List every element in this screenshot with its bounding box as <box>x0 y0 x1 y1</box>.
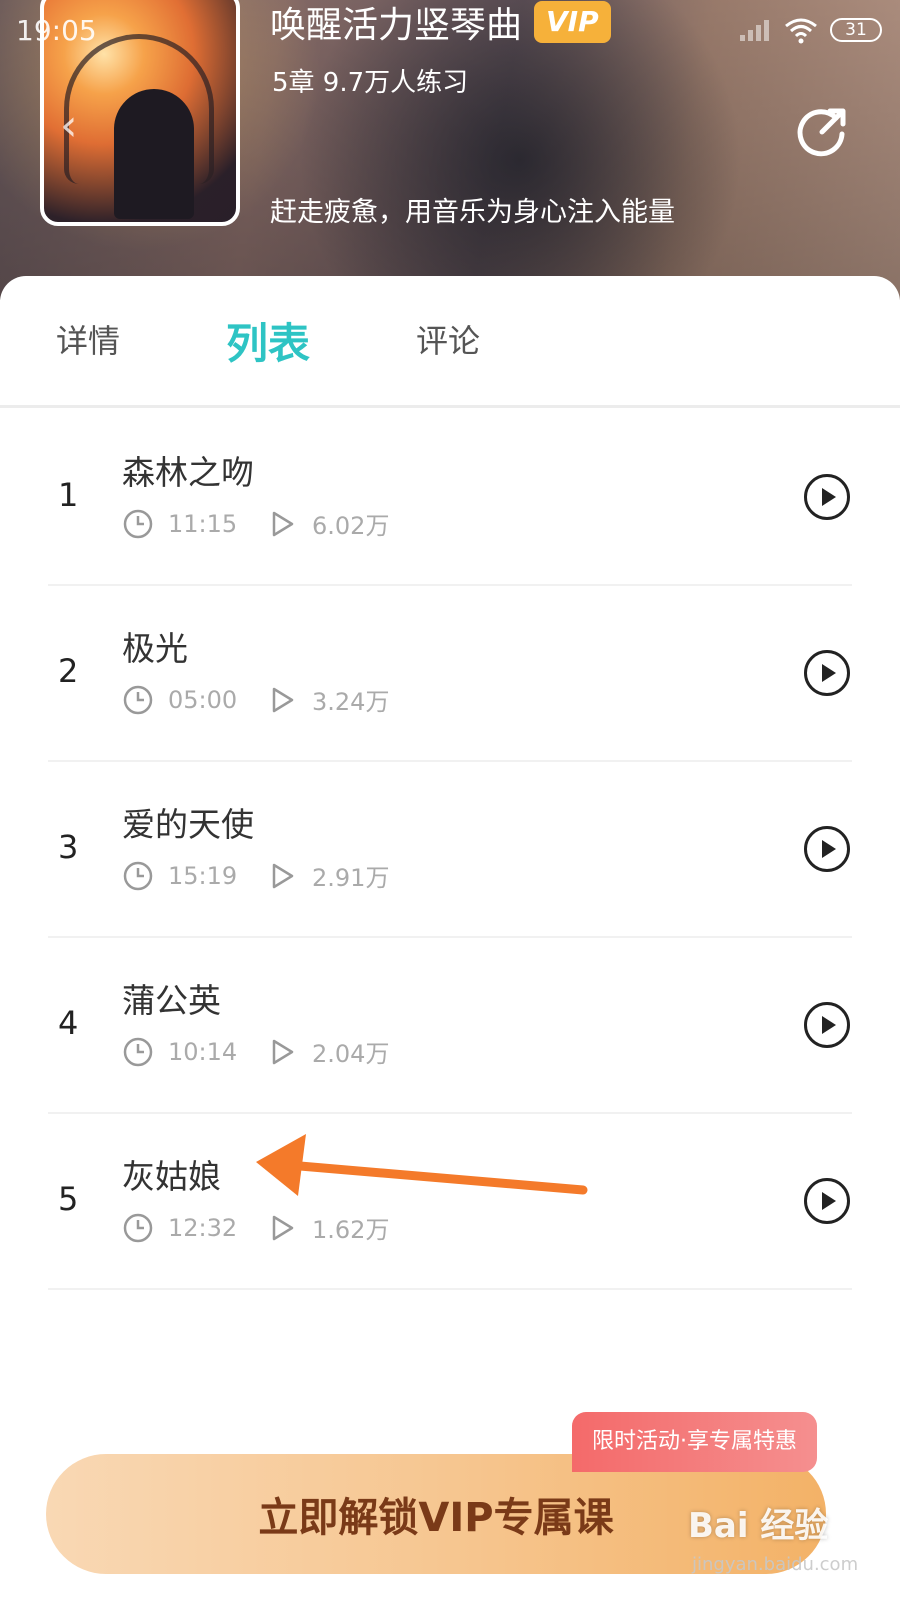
track-index: 3 <box>58 828 79 866</box>
course-header: 19:05 31 ‹ 唤醒活力竖琴曲 VIP 5章 9.7万人练习 赶走疲惫，用… <box>0 0 900 300</box>
play-button[interactable] <box>804 650 850 696</box>
track-play-count: 6.02万 <box>312 512 390 540</box>
play-count-icon <box>272 1039 294 1064</box>
track-duration: 11:15 <box>168 509 238 538</box>
play-icon <box>822 664 836 682</box>
track-index: 2 <box>58 652 79 690</box>
clock-icon <box>123 509 153 538</box>
tab-comments[interactable]: 评论 <box>416 316 480 362</box>
track-title: 爱的天使 <box>122 805 254 844</box>
course-meta: 5章 9.7万人练习 <box>272 68 469 98</box>
track-title: 森林之吻 <box>122 453 254 492</box>
track-row[interactable]: 4 蒲公英 10:14 2.04万 <box>48 938 852 1114</box>
track-title: 灰姑娘 <box>122 1157 221 1196</box>
track-meta: 11:15 6.02万 <box>122 506 389 541</box>
battery-icon: 31 <box>830 18 882 42</box>
play-count-icon <box>272 1215 294 1240</box>
track-play-count: 2.91万 <box>312 864 390 892</box>
track-meta: 10:14 2.04万 <box>122 1034 389 1069</box>
status-time: 19:05 <box>16 14 97 47</box>
track-play-count: 2.04万 <box>312 1040 390 1068</box>
play-icon <box>822 1192 836 1210</box>
clock-icon <box>123 685 153 714</box>
track-meta: 12:32 1.62万 <box>122 1210 389 1245</box>
track-row[interactable]: 1 森林之吻 11:15 6.02万 <box>48 410 852 586</box>
tab-details[interactable]: 详情 <box>56 316 120 362</box>
track-duration: 15:19 <box>168 861 238 890</box>
watermark-brand: Bai 经验 <box>688 1506 829 1546</box>
track-title: 极光 <box>122 629 188 668</box>
track-duration: 12:32 <box>168 1213 238 1242</box>
track-meta: 15:19 2.91万 <box>122 858 389 893</box>
track-index: 5 <box>58 1180 79 1218</box>
track-row[interactable]: 3 爱的天使 15:19 2.91万 <box>48 762 852 938</box>
play-icon <box>822 840 836 858</box>
play-count-icon <box>272 687 294 712</box>
play-button[interactable] <box>804 474 850 520</box>
play-button[interactable] <box>804 1002 850 1048</box>
play-button[interactable] <box>804 826 850 872</box>
wifi-icon <box>785 18 817 44</box>
status-icons: 31 <box>738 16 882 44</box>
play-count-icon <box>272 511 294 536</box>
play-icon <box>822 488 836 506</box>
signal-icon <box>740 20 769 41</box>
clock-icon <box>123 1037 153 1066</box>
share-icon[interactable] <box>796 104 850 158</box>
track-index: 4 <box>58 1004 79 1042</box>
track-meta: 05:00 3.24万 <box>122 682 389 717</box>
play-icon <box>822 1016 836 1034</box>
play-count-icon <box>272 863 294 888</box>
back-icon[interactable]: ‹ <box>60 100 78 151</box>
course-title: 唤醒活力竖琴曲 VIP <box>270 0 611 48</box>
track-duration: 10:14 <box>168 1037 238 1066</box>
content-sheet: 详情 列表 评论 1 森林之吻 11:15 6.02万 2 极光 05:00 3… <box>0 276 900 1600</box>
track-play-count: 3.24万 <box>312 688 390 716</box>
tab-list[interactable]: 列表 <box>226 310 310 371</box>
tab-bar: 详情 列表 评论 <box>0 276 900 408</box>
track-duration: 05:00 <box>168 685 238 714</box>
track-play-count: 1.62万 <box>312 1216 390 1244</box>
track-index: 1 <box>58 476 79 514</box>
vip-badge: VIP <box>534 1 611 43</box>
promo-tag: 限时活动·享专属特惠 <box>572 1412 817 1472</box>
annotation-arrow-icon <box>256 1134 588 1196</box>
clock-icon <box>123 1213 153 1242</box>
clock-icon <box>123 861 153 890</box>
track-title: 蒲公英 <box>122 981 221 1020</box>
watermark-url: jingyan.baidu.com <box>692 1554 859 1575</box>
track-row[interactable]: 2 极光 05:00 3.24万 <box>48 586 852 762</box>
course-title-text: 唤醒活力竖琴曲 <box>270 5 523 46</box>
play-button[interactable] <box>804 1178 850 1224</box>
course-description: 赶走疲惫，用音乐为身心注入能量 <box>270 197 675 228</box>
